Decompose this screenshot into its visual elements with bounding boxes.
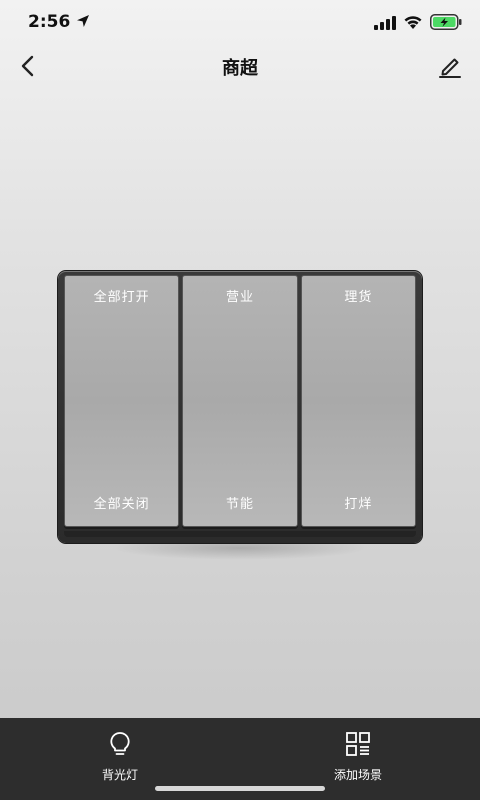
switch-key-2[interactable]: 营业 节能 (182, 275, 298, 527)
status-bar: 2:56 (0, 0, 480, 44)
pencil-icon (439, 58, 461, 78)
signal-icon (374, 16, 396, 30)
switch-key-3[interactable]: 理货 打烊 (300, 275, 416, 527)
key-2-bottom-label[interactable]: 节能 (183, 493, 296, 512)
add-scene-button[interactable]: 添加场景 (308, 730, 408, 790)
key-3-bottom-label[interactable]: 打烊 (302, 493, 415, 512)
wifi-icon (404, 16, 422, 29)
key-3-top-label[interactable]: 理货 (302, 286, 415, 305)
header: 商超 (0, 44, 480, 88)
location-arrow-icon (77, 15, 89, 27)
key-1-top-label[interactable]: 全部打开 (65, 286, 178, 305)
status-time: 2:56 (28, 12, 71, 32)
add-scene-label: 添加场景 (333, 768, 382, 782)
battery-charging-icon (430, 14, 462, 30)
page-title: 商超 (222, 58, 258, 79)
key-1-bottom-label[interactable]: 全部关闭 (65, 493, 178, 512)
switch-panel: 全部打开 全部关闭 营业 节能 理货 打烊 (58, 271, 422, 543)
backlight-label: 背光灯 (101, 768, 138, 782)
home-indicator[interactable] (155, 786, 325, 791)
switch-key-1[interactable]: 全部打开 全部关闭 (64, 275, 180, 527)
backlight-button[interactable]: 背光灯 (70, 730, 170, 790)
key-2-top-label[interactable]: 营业 (183, 286, 296, 305)
bulb-icon (110, 732, 130, 755)
grid-list-icon (346, 732, 370, 756)
panel-base (64, 531, 416, 537)
edit-button[interactable] (436, 52, 464, 80)
switch-keys: 全部打开 全部关闭 营业 节能 理货 打烊 (64, 275, 416, 527)
